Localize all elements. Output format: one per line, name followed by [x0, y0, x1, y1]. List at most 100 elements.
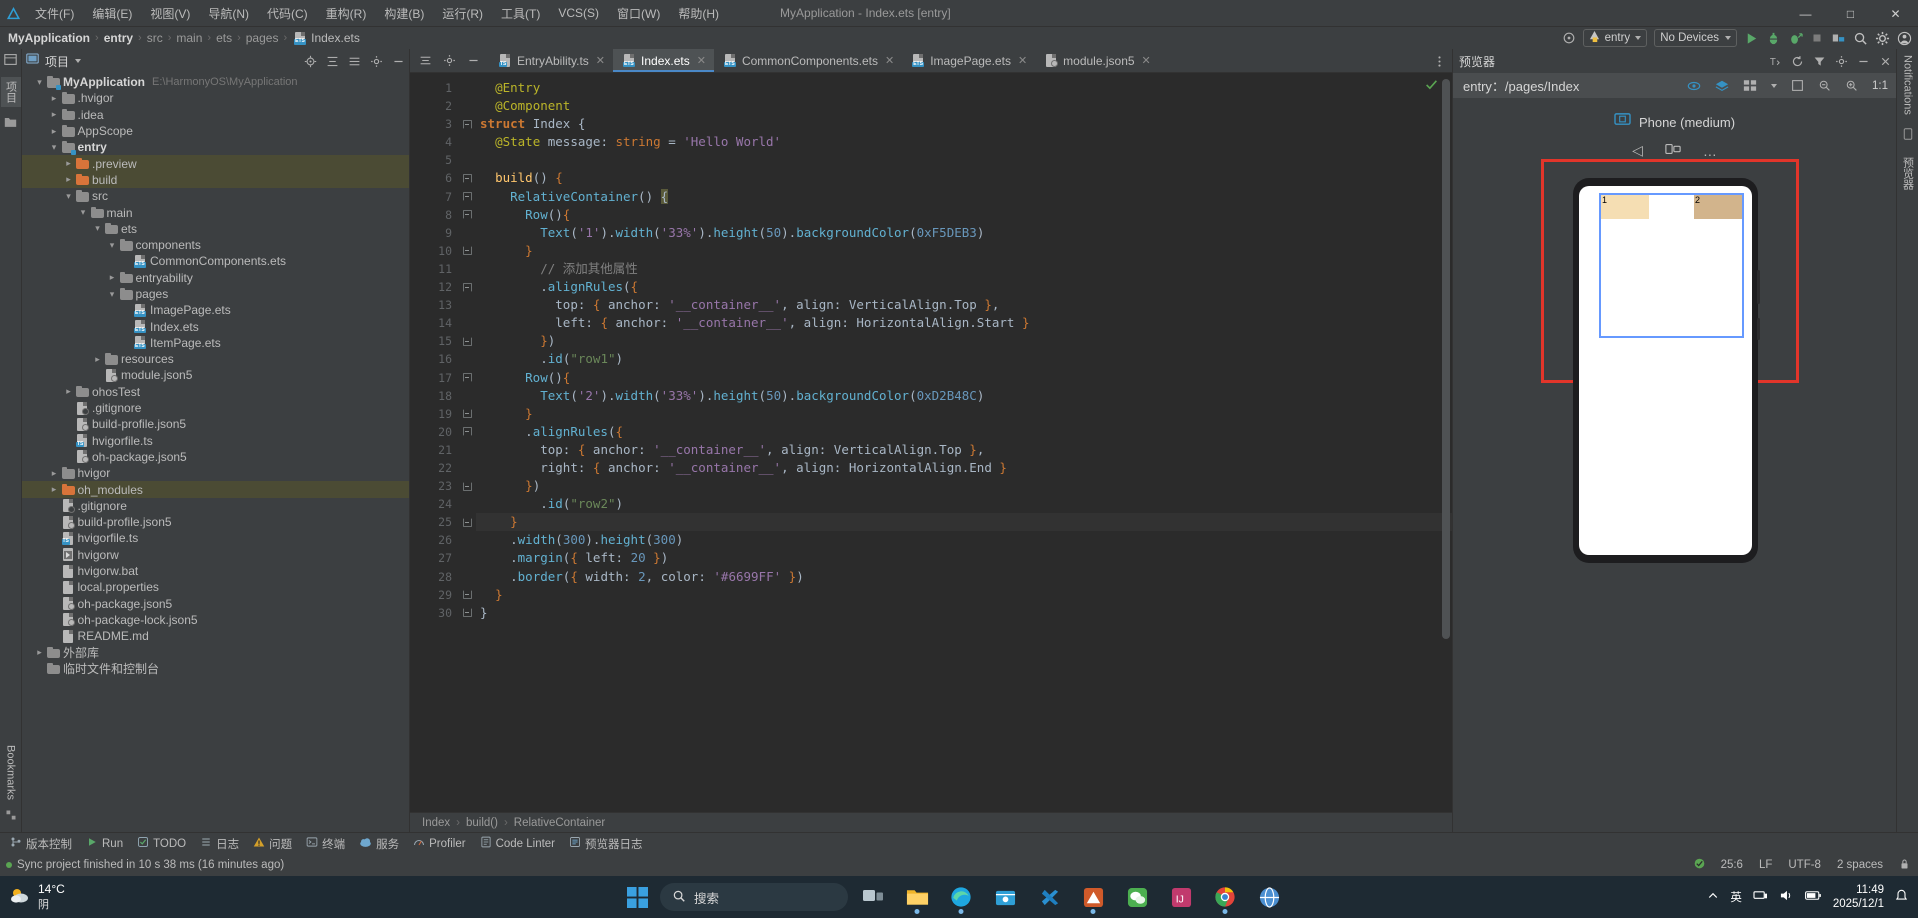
tree-node-ets[interactable]: ▾ ets	[22, 221, 409, 237]
fold-toggle[interactable]	[458, 586, 476, 604]
code-line[interactable]: @Component	[476, 97, 1452, 115]
layers-icon[interactable]	[1715, 79, 1729, 93]
previewer-rail-icon[interactable]	[1902, 127, 1914, 145]
tree-node--idea[interactable]: ▸ .idea	[22, 107, 409, 123]
menu-file[interactable]: 文件(F)	[26, 2, 83, 25]
breadcrumb-main[interactable]: main	[176, 31, 202, 45]
chevron-down-icon[interactable]: ▾	[63, 191, 74, 202]
code-line[interactable]: RelativeContainer() {	[476, 188, 1452, 206]
fold-toggle[interactable]	[458, 477, 476, 495]
expand-all-icon[interactable]	[326, 55, 339, 68]
tree-node-build[interactable]: ▸ build	[22, 171, 409, 189]
fold-toggle[interactable]	[458, 513, 476, 531]
editor-tabs-overflow[interactable]	[1433, 49, 1446, 73]
tree-node-myapplication[interactable]: ▾ MyApplication E:\HarmonyOS\MyApplication	[22, 74, 409, 90]
device-manager-icon[interactable]	[1831, 31, 1846, 45]
tree-node-hvigorw[interactable]: ▸hvigorw	[22, 547, 409, 563]
filter-icon[interactable]	[1813, 55, 1826, 68]
code-line[interactable]: .id("row1")	[476, 350, 1452, 368]
chevron-down-icon[interactable]: ▾	[49, 142, 60, 153]
chevron-right-icon[interactable]: ▸	[107, 272, 118, 283]
fold-toggle[interactable]	[458, 169, 476, 187]
breadcrumb-pages[interactable]: pages	[246, 31, 279, 45]
code-line[interactable]: Row(){	[476, 369, 1452, 387]
editor-tab-module-json5[interactable]: module.json5 ✕	[1035, 49, 1159, 72]
project-panel-icon[interactable]	[4, 53, 17, 71]
chevron-down-icon[interactable]: ▾	[107, 240, 118, 251]
close-icon[interactable]	[1879, 55, 1892, 68]
code-folding-column[interactable]	[458, 73, 476, 812]
breadcrumb-ets[interactable]: ets	[216, 31, 232, 45]
tool-code-linter[interactable]: Code Linter	[474, 834, 561, 853]
status-encoding[interactable]: UTF-8	[1788, 859, 1821, 871]
folder-rail-icon[interactable]	[4, 115, 17, 133]
stop-button[interactable]	[1810, 31, 1824, 45]
tree-node--[interactable]: ▸ 外部库	[22, 644, 409, 660]
tree-node-components[interactable]: ▾ components	[22, 237, 409, 253]
fold-toggle[interactable]	[458, 206, 476, 224]
editor-tab-index-ets[interactable]: ETS Index.ets ✕	[613, 49, 714, 72]
tree-node-hvigorfile-ts[interactable]: ▸TShvigorfile.ts	[22, 530, 409, 546]
fold-toggle[interactable]	[458, 115, 476, 133]
editor-tab-entryability-ts[interactable]: TS EntryAbility.ts ✕	[489, 49, 613, 72]
code-line[interactable]: }	[476, 586, 1452, 604]
chevron-down-icon[interactable]: ▾	[34, 77, 45, 88]
tree-node-resources[interactable]: ▸ resources	[22, 351, 409, 367]
menu-build[interactable]: 构建(B)	[375, 2, 433, 25]
chevron-down-icon[interactable]: ▾	[78, 207, 89, 218]
tree-node--[interactable]: ▸临时文件和控制台	[22, 661, 409, 677]
ime-indicator[interactable]: 英	[1730, 889, 1742, 905]
sidebar-item-previewer[interactable]: 预览器	[1900, 157, 1916, 190]
tree-node-oh-package-json5[interactable]: ▸oh-package.json5	[22, 596, 409, 612]
breadcrumb-file[interactable]: ETS Index.ets	[292, 31, 360, 45]
tool-problems[interactable]: 问题	[247, 834, 298, 854]
tree-node-hvigorw-bat[interactable]: ▸hvigorw.bat	[22, 563, 409, 579]
hide-panel-icon[interactable]	[1857, 55, 1870, 68]
tree-node-build-profile-json5[interactable]: ▸build-profile.json5	[22, 416, 409, 432]
status-indent[interactable]: 2 spaces	[1837, 859, 1883, 871]
fold-toggle[interactable]	[458, 332, 476, 350]
run-configuration-selector[interactable]: entry	[1582, 29, 1648, 47]
chevron-down-icon[interactable]	[75, 59, 82, 63]
deveco-studio-button[interactable]	[1074, 878, 1112, 916]
tree-node-ohostest[interactable]: ▸ ohosTest	[22, 384, 409, 400]
structure-crumb-container[interactable]: RelativeContainer	[514, 817, 605, 829]
chrome-button[interactable]	[1206, 878, 1244, 916]
code-line[interactable]: .id("row2")	[476, 495, 1452, 513]
scrollbar-thumb[interactable]	[1442, 79, 1450, 639]
refresh-icon[interactable]	[1791, 55, 1804, 68]
vscode-button[interactable]	[1030, 878, 1068, 916]
notification-center-icon[interactable]	[1895, 889, 1908, 906]
browser2-button[interactable]	[1250, 878, 1288, 916]
hide-panel-icon[interactable]	[392, 55, 405, 68]
code-line[interactable]: struct Index {	[476, 115, 1452, 133]
chevron-right-icon[interactable]: ▸	[49, 468, 60, 479]
tree-node-entryability[interactable]: ▸ entryability	[22, 270, 409, 286]
tree-node-index-ets[interactable]: ▸ETSIndex.ets	[22, 318, 409, 334]
tool-services[interactable]: 服务	[353, 834, 405, 854]
tool-todo[interactable]: TODO	[131, 834, 192, 853]
close-icon[interactable]: ✕	[697, 54, 706, 67]
tree-node-hvigor[interactable]: ▸ hvigor	[22, 465, 409, 481]
taskbar-clock[interactable]: 11:49 2025/12/1	[1833, 883, 1884, 911]
inspector-icon[interactable]	[1687, 79, 1701, 93]
menu-vcs[interactable]: VCS(S)	[549, 3, 608, 23]
menu-navigate[interactable]: 导航(N)	[199, 2, 258, 25]
code-line[interactable]: Row(){	[476, 206, 1452, 224]
fold-toggle[interactable]	[458, 278, 476, 296]
project-tree[interactable]: ▾ MyApplication E:\HarmonyOS\MyApplication…	[22, 73, 409, 832]
store-button[interactable]	[986, 878, 1024, 916]
tray-battery-icon[interactable]	[1804, 890, 1822, 904]
code-line[interactable]: }	[476, 604, 1452, 622]
code-line[interactable]: .width(300).height(300)	[476, 531, 1452, 549]
collapse-all-icon[interactable]	[419, 54, 432, 67]
code-line[interactable]: }	[476, 513, 1452, 532]
tray-volume-icon[interactable]	[1779, 889, 1794, 905]
code-line[interactable]: @State message: string = 'Hello World'	[476, 133, 1452, 151]
start-button[interactable]	[620, 880, 654, 914]
tool-terminal[interactable]: 终端	[300, 834, 351, 854]
gear-icon[interactable]	[443, 54, 456, 67]
tree-node-main[interactable]: ▾ main	[22, 204, 409, 220]
chevron-down-icon[interactable]: ▾	[107, 289, 118, 300]
tree-node-module-json5[interactable]: ▸module.json5	[22, 367, 409, 383]
